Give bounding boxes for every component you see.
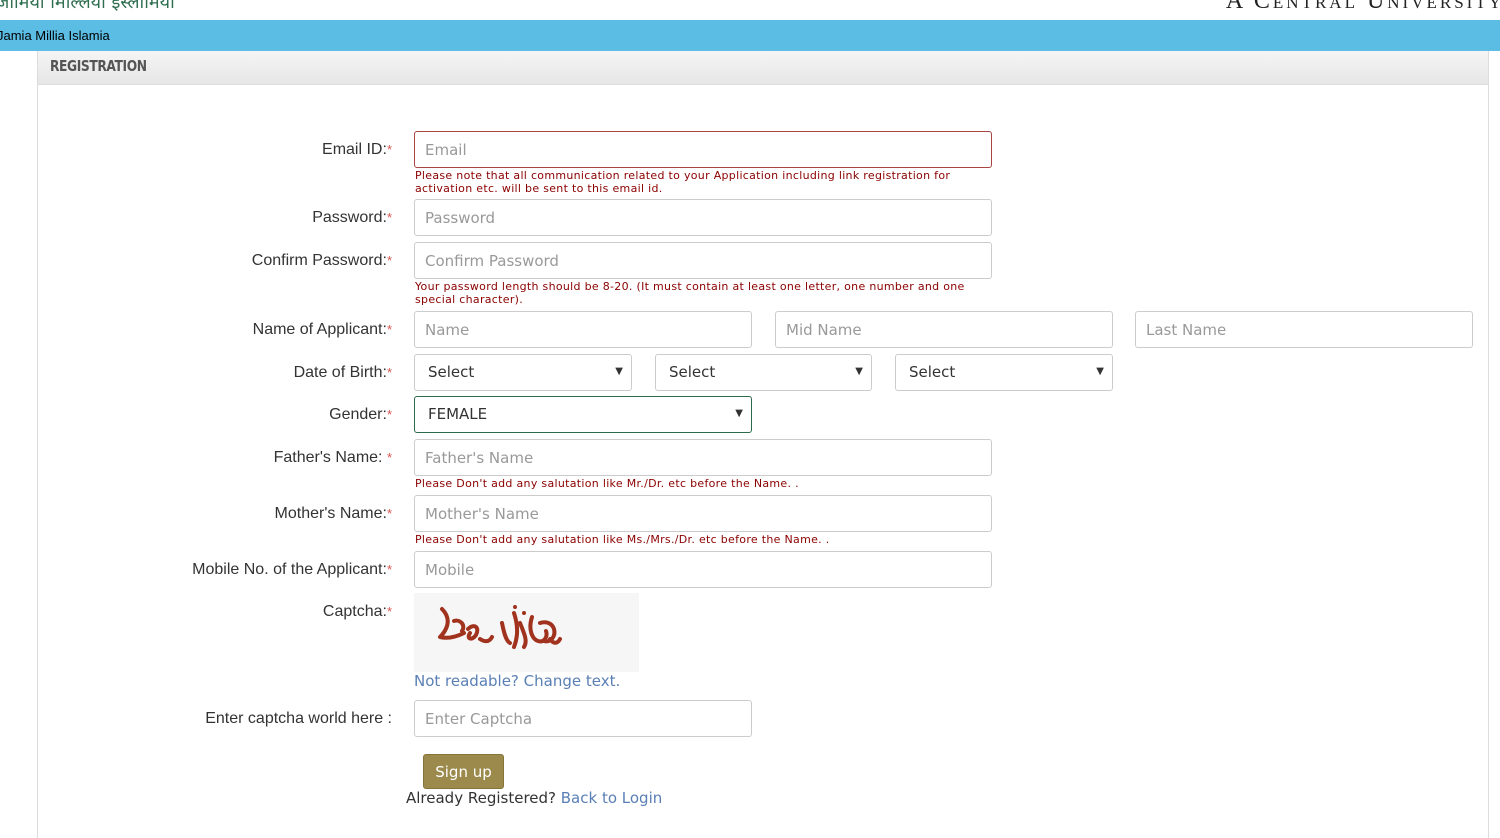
father-name-input[interactable] [414,439,992,476]
gender-select[interactable]: FEMALE ▼ [414,396,752,433]
required-mark: * [386,365,392,380]
required-mark: * [386,322,392,337]
nav-title[interactable]: Jamia Millia Islamia [0,28,110,43]
confirm-password-input[interactable] [414,242,992,279]
captcha-label-text: Captcha: [322,603,387,620]
password-hint: Your password length should be 8-20. (It… [415,280,965,306]
required-mark: * [386,407,392,422]
dob-year-select[interactable]: Select ▼ [895,354,1113,391]
name-label-text: Name of Applicant: [252,321,387,338]
father-name-label-text: Father's Name: [273,449,387,466]
required-mark: * [386,562,392,577]
back-to-login-link[interactable]: Back to Login [561,789,662,807]
logo-text: जामिया मिल्लिया इस्लामिया [0,0,175,13]
navbar: Jamia Millia Islamia [0,20,1500,51]
chevron-down-icon: ▼ [615,366,623,377]
already-registered-text: Already Registered? [406,789,561,807]
last-name-input[interactable] [1135,311,1473,348]
panel-header: REGISTRATION [38,51,1488,85]
top-header: जामिया मिल्लिया इस्लामिया A Central Univ… [0,0,1500,20]
chevron-down-icon: ▼ [735,408,743,419]
captcha-entry-label: Enter captcha world here : [205,710,392,728]
dob-year-value: Select [909,363,956,381]
dob-day-select[interactable]: Select ▼ [414,354,632,391]
email-input[interactable] [414,131,992,168]
dob-label-text: Date of Birth: [293,364,387,381]
mother-name-hint: Please Don't add any salutation like Ms.… [415,533,830,546]
name-label: Name of Applicant:* [253,321,392,339]
change-captcha-wrapper: Not readable? Change text. [414,672,620,691]
email-hint: Please note that all communication relat… [415,169,951,195]
signup-button[interactable]: Sign up [423,754,504,789]
gender-label: Gender:* [329,406,392,424]
chevron-down-icon: ▼ [855,366,863,377]
father-name-hint: Please Don't add any salutation like Mr.… [415,477,799,490]
required-mark: * [386,253,392,268]
confirm-password-label: Confirm Password:* [252,252,392,270]
email-label-text: Email ID: [322,141,387,158]
mobile-label: Mobile No. of the Applicant:* [192,561,392,579]
mobile-label-text: Mobile No. of the Applicant: [192,561,387,578]
father-name-label: Father's Name: * [274,449,392,467]
mobile-input[interactable] [414,551,992,588]
captcha-label: Captcha:* [323,603,392,621]
required-mark: * [386,604,392,619]
required-mark: * [386,210,392,225]
password-input[interactable] [414,199,992,236]
password-label-text: Password: [312,209,387,226]
required-mark: * [386,142,392,157]
mother-name-input[interactable] [414,495,992,532]
dob-label: Date of Birth:* [294,364,392,382]
dob-day-value: Select [428,363,475,381]
dob-month-value: Select [669,363,716,381]
captcha-image [414,593,639,672]
required-mark: * [386,506,392,521]
required-mark: * [386,450,392,465]
captcha-input[interactable] [414,700,752,737]
mother-name-label: Mother's Name:* [275,505,392,523]
mid-name-input[interactable] [775,311,1113,348]
already-registered: Already Registered? Back to Login [406,789,662,807]
password-label: Password:* [312,209,392,227]
gender-value: FEMALE [428,405,488,423]
captcha-entry-label-text: Enter captcha world here : [205,710,392,727]
change-captcha-link[interactable]: Not readable? Change text. [414,672,620,690]
tagline: A Central University [1225,0,1500,14]
mother-name-label-text: Mother's Name: [274,505,387,522]
gender-label-text: Gender: [329,406,387,423]
panel-title: REGISTRATION [50,57,147,75]
chevron-down-icon: ▼ [1096,366,1104,377]
first-name-input[interactable] [414,311,752,348]
confirm-password-label-text: Confirm Password: [251,252,387,269]
dob-month-select[interactable]: Select ▼ [655,354,872,391]
email-label: Email ID:* [322,141,392,159]
